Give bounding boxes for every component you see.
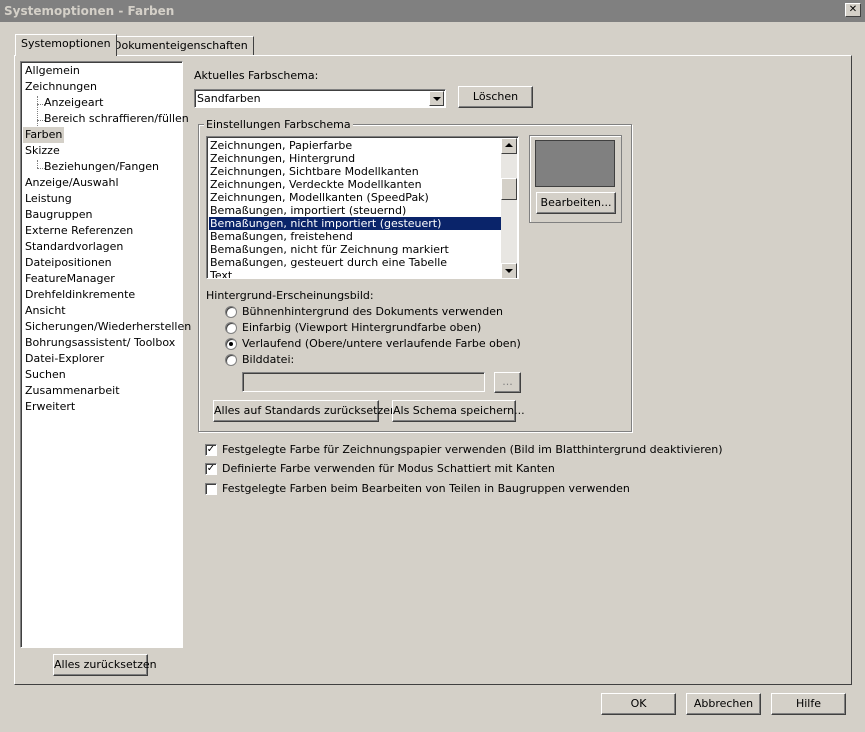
tree-item-anzeige-auswahl[interactable]: Anzeige/Auswahl <box>25 175 119 191</box>
scheme-label: Aktuelles Farbschema: <box>194 69 319 82</box>
list-item[interactable]: Text <box>209 269 504 278</box>
scroll-down-icon[interactable] <box>501 263 517 278</box>
list-item[interactable]: Bemaßungen, gesteuert durch eine Tabelle <box>209 256 504 269</box>
chevron-down-icon[interactable] <box>429 91 444 106</box>
radio-label: Einfarbig (Viewport Hintergrundfarbe obe… <box>242 321 482 334</box>
tree-item-externe-referenzen[interactable]: Externe Referenzen <box>25 223 133 239</box>
checkbox-label: Festgelegte Farbe für Zeichnungspapier v… <box>222 443 723 456</box>
radio-label: Bilddatei: <box>242 353 295 366</box>
scheme-value: Sandfarben <box>197 92 261 105</box>
list-item[interactable]: Zeichnungen, Hintergrund <box>209 152 504 165</box>
list-item[interactable]: Zeichnungen, Papierfarbe <box>209 139 504 152</box>
tree-item-dateipositionen[interactable]: Dateipositionen <box>25 255 112 271</box>
tree-item-drehfeldinkremente[interactable]: Drehfeldinkremente <box>25 287 135 303</box>
tree-item-zusammenarbeit[interactable]: Zusammenarbeit <box>25 383 120 399</box>
tree-item-beziehungen-fangen[interactable]: Beziehungen/Fangen <box>44 159 159 175</box>
window-titlebar: Systemoptionen - Farben <box>0 0 865 22</box>
tree-item-skizze[interactable]: Skizze <box>25 143 60 159</box>
window-title: Systemoptionen - Farben <box>4 4 175 18</box>
save-scheme-button[interactable]: Als Schema speichern... <box>392 400 525 422</box>
tab-systemoptionen[interactable]: Systemoptionen <box>15 34 117 56</box>
edit-color-button[interactable]: Bearbeiten... <box>536 192 616 214</box>
tree-item-baugruppen[interactable]: Baugruppen <box>25 207 92 223</box>
radio-label: Bühnenhintergrund des Dokuments verwende… <box>242 305 503 318</box>
tree-item-ansicht[interactable]: Ansicht <box>25 303 66 319</box>
radio-image-file[interactable] <box>225 354 237 366</box>
tree-item-zeichnungen[interactable]: Zeichnungen <box>25 79 97 95</box>
scheme-settings-title: Einstellungen Farbschema <box>204 118 353 131</box>
browse-button: ... <box>494 372 521 393</box>
radio-gradient[interactable] <box>225 338 237 350</box>
tree-item-sicherungen[interactable]: Sicherungen/Wiederherstellen <box>25 319 191 335</box>
list-item-selected[interactable]: Bemaßungen, nicht importiert (gesteuert) <box>209 217 504 230</box>
background-label: Hintergrund-Erscheinungsbild: <box>206 289 374 302</box>
list-item[interactable]: Zeichnungen, Verdeckte Modellkanten <box>209 178 504 191</box>
image-file-path-field <box>242 372 485 392</box>
delete-scheme-button[interactable]: Löschen <box>458 86 533 108</box>
tree-item-leistung[interactable]: Leistung <box>25 191 72 207</box>
radio-document-background[interactable] <box>225 306 237 318</box>
checkbox-paper-color[interactable]: ✓ <box>205 444 217 456</box>
scroll-up-icon[interactable] <box>501 138 517 154</box>
radio-label: Verlaufend (Obere/untere verlaufende Far… <box>242 337 521 350</box>
tree-item-suchen[interactable]: Suchen <box>25 367 66 383</box>
tree-item-featuremanager[interactable]: FeatureManager <box>25 271 115 287</box>
tree-item-allgemein[interactable]: Allgemein <box>25 63 80 79</box>
checkbox-shaded-edges[interactable]: ✓ <box>205 463 217 475</box>
checkbox-label: Festgelegte Farben beim Bearbeiten von T… <box>222 482 630 495</box>
tree-item-datei-explorer[interactable]: Datei-Explorer <box>25 351 104 367</box>
radio-plain-color[interactable] <box>225 322 237 334</box>
close-icon[interactable]: ✕ <box>845 3 861 17</box>
color-swatch <box>535 140 615 187</box>
tab-dokumenteigenschaften[interactable]: Dokumenteigenschaften <box>107 36 254 56</box>
list-item[interactable]: Bemaßungen, nicht für Zeichnung markiert <box>209 243 504 256</box>
tree-item-farben[interactable]: Farben <box>23 127 65 143</box>
reset-all-button[interactable]: Alles zurücksetzen <box>53 654 157 676</box>
cancel-button[interactable]: Abbrechen <box>686 693 761 715</box>
ok-button[interactable]: OK <box>601 693 676 715</box>
tree-item-bereich-schraffieren[interactable]: Bereich schraffieren/füllen <box>44 111 189 127</box>
list-item[interactable]: Bemaßungen, freistehend <box>209 230 504 243</box>
scroll-thumb[interactable] <box>501 178 517 200</box>
help-button[interactable]: Hilfe <box>771 693 846 715</box>
tree-item-anzeigeart[interactable]: Anzeigeart <box>44 95 103 111</box>
list-item[interactable]: Zeichnungen, Modellkanten (SpeedPak) <box>209 191 504 204</box>
tree-item-standardvorlagen[interactable]: Standardvorlagen <box>25 239 123 255</box>
list-item[interactable]: Bemaßungen, importiert (steuernd) <box>209 204 504 217</box>
tree-item-erweitert[interactable]: Erweitert <box>25 399 75 415</box>
checkbox-assembly-colors[interactable] <box>205 483 217 495</box>
reset-defaults-button[interactable]: Alles auf Standards zurücksetzen <box>213 400 397 422</box>
checkbox-label: Definierte Farbe verwenden für Modus Sch… <box>222 462 555 475</box>
color-item-list[interactable]: Zeichnungen, Papierfarbe Zeichnungen, Hi… <box>206 136 519 279</box>
tree-item-bohrungsassistent[interactable]: Bohrungsassistent/ Toolbox <box>25 335 175 351</box>
scheme-dropdown[interactable]: Sandfarben <box>194 89 446 108</box>
list-scrollbar[interactable] <box>501 138 517 278</box>
list-item[interactable]: Zeichnungen, Sichtbare Modellkanten <box>209 165 504 178</box>
